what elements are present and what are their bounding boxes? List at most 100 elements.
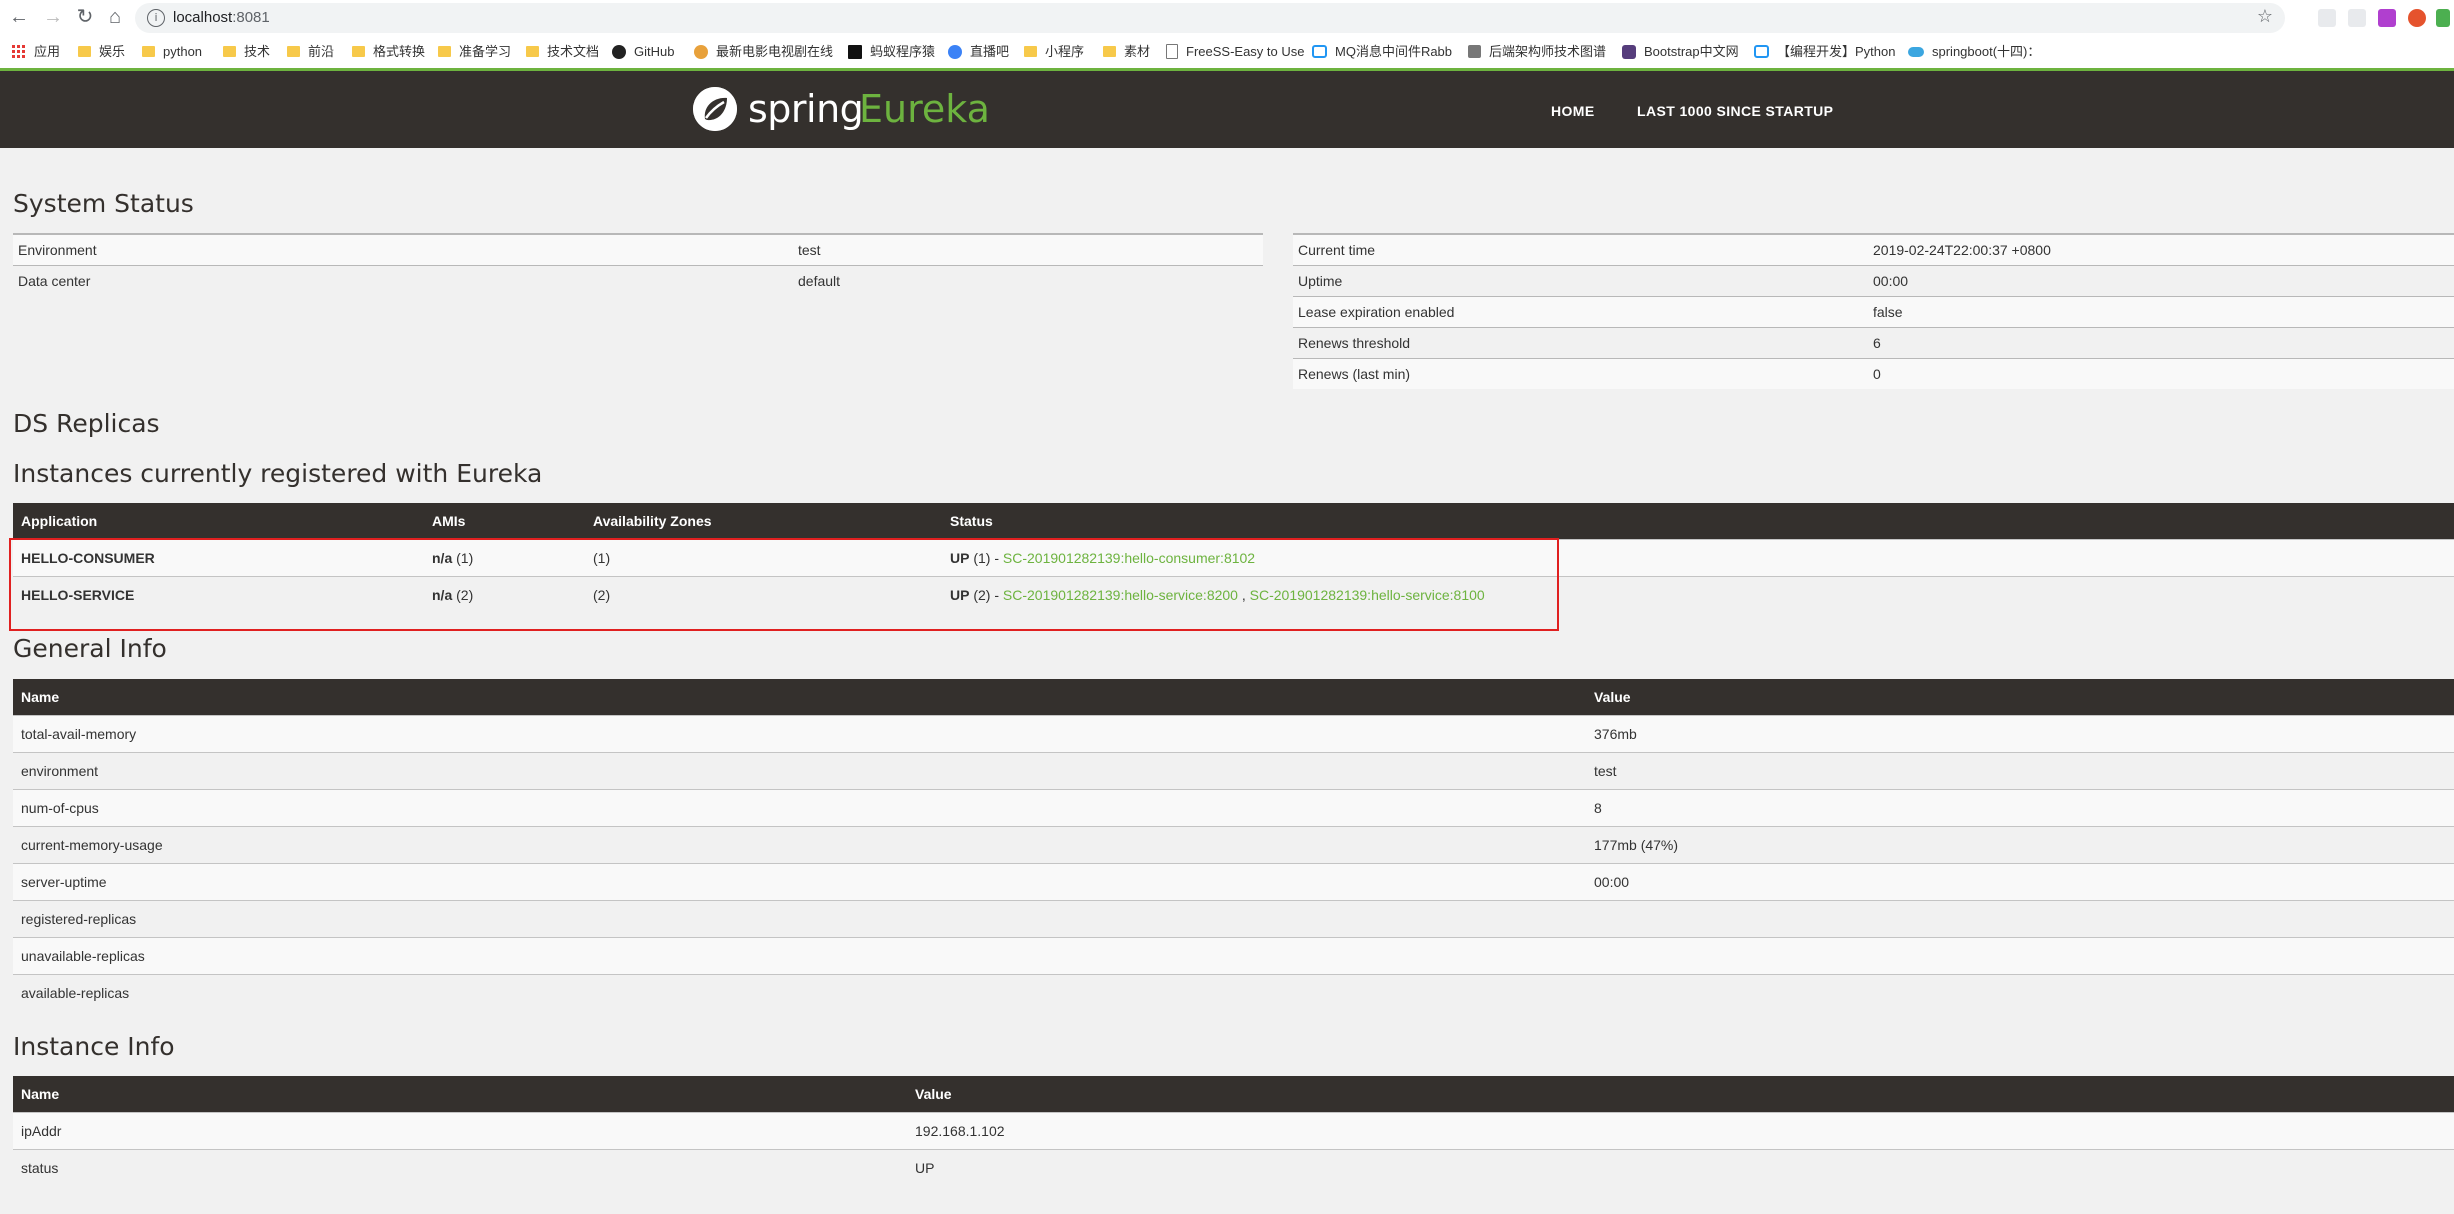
bookmark-page[interactable]: FreeSS-Easy to Use (1166, 42, 1305, 62)
bookmark-folder[interactable]: 技术 (223, 42, 270, 62)
status-key: Uptime (1293, 265, 1868, 297)
table-row: Renews (last min) 0 (1293, 358, 2454, 389)
address-bar[interactable]: i localhost:8081 ☆ (135, 3, 2285, 33)
column-header-application: Application (13, 503, 424, 540)
apps-grid-icon (12, 44, 26, 59)
bootstrap-icon (1622, 44, 1636, 59)
red-annotation-box (9, 538, 1559, 631)
general-info-heading: General Info (13, 634, 167, 663)
extension-icon[interactable] (2436, 9, 2450, 27)
status-value: 2019-02-24T22:00:37 +0800 (1868, 233, 2454, 266)
nav-home-link[interactable]: HOME (1551, 103, 1595, 119)
table-row: ipAddr 192.168.1.102 (13, 1112, 2454, 1150)
bookmark-folder[interactable]: 小程序 (1024, 42, 1084, 62)
bookmark-apps[interactable]: 应用 (12, 42, 60, 62)
extension-icon[interactable] (2318, 9, 2336, 27)
info-value (1586, 900, 2454, 938)
table-row: available-replicas (13, 974, 2454, 1011)
ds-replicas-heading: DS Replicas (13, 409, 160, 438)
info-value (1586, 937, 2454, 975)
status-key: Renews threshold (1293, 327, 1868, 359)
back-arrow-icon[interactable]: ← (6, 4, 32, 30)
folder-icon (1024, 46, 1037, 58)
column-header-status: Status (942, 503, 2454, 540)
info-name: server-uptime (13, 863, 1586, 901)
table-row: status UP (13, 1149, 2454, 1186)
status-value: 0 (1868, 358, 2454, 389)
table-row: Renews threshold 6 (1293, 327, 2454, 359)
info-value: UP (907, 1149, 2454, 1186)
instances-heading: Instances currently registered with Eure… (13, 459, 543, 488)
bookmark-site[interactable]: 直播吧 (948, 42, 1009, 62)
bookmark-folder[interactable]: 技术文档 (526, 42, 599, 62)
status-value: test (793, 233, 1263, 266)
extension-icon[interactable] (2378, 9, 2396, 27)
bookmark-site[interactable]: 最新电影电视剧在线 (694, 42, 833, 62)
table-row: Uptime 00:00 (1293, 265, 2454, 297)
site-icon (848, 44, 862, 59)
folder-icon (223, 46, 236, 58)
bookmarks-bar: 应用 娱乐 python 技术 前沿 格式转换 准备学习 技术文档 GitHub… (0, 36, 2454, 68)
info-value: 00:00 (1586, 863, 2454, 901)
system-status-right-table: Current time 2019-02-24T22:00:37 +0800 U… (1293, 233, 2454, 389)
info-name: current-memory-usage (13, 826, 1586, 864)
page-icon (1166, 44, 1178, 60)
forward-arrow-icon[interactable]: → (40, 4, 66, 30)
bookmark-folder[interactable]: 格式转换 (352, 42, 425, 62)
table-row: current-memory-usage 177mb (47%) (13, 826, 2454, 864)
column-header-value: Value (1586, 679, 2454, 716)
site-info-icon[interactable]: i (147, 9, 165, 27)
site-icon (1754, 45, 1769, 59)
table-row: server-uptime 00:00 (13, 863, 2454, 901)
bookmark-folder[interactable]: 素材 (1103, 42, 1150, 62)
bookmark-bootstrap[interactable]: Bootstrap中文网 (1622, 42, 1739, 62)
table-row: Current time 2019-02-24T22:00:37 +0800 (1293, 233, 2454, 266)
folder-icon (287, 46, 300, 58)
logo-eureka-text: Eureka (859, 87, 990, 131)
status-key: Data center (13, 265, 793, 296)
bookmark-github[interactable]: GitHub (612, 42, 674, 62)
column-header-value: Value (907, 1076, 2454, 1113)
folder-icon (78, 46, 91, 58)
bookmark-star-icon[interactable]: ☆ (2257, 6, 2273, 27)
folder-icon (142, 46, 155, 58)
bookmark-site[interactable]: MQ消息中间件Rabb (1312, 42, 1452, 62)
status-key: Renews (last min) (1293, 358, 1868, 389)
info-name: available-replicas (13, 974, 1586, 1011)
url-text: localhost:8081 (173, 9, 270, 26)
info-name: status (13, 1149, 907, 1186)
bookmark-folder[interactable]: python (142, 42, 202, 62)
table-row: total-avail-memory 376mb (13, 715, 2454, 753)
bookmark-folder[interactable]: 前沿 (287, 42, 334, 62)
extension-icon[interactable] (2348, 9, 2366, 27)
bookmark-site[interactable]: 后端架构师技术图谱 (1468, 42, 1606, 62)
bookmark-folder[interactable]: 准备学习 (438, 42, 511, 62)
browser-toolbar: ← → ↻ ⌂ i localhost:8081 ☆ (0, 0, 2454, 37)
extension-icon[interactable] (2408, 9, 2426, 27)
instance-info-table: Name Value ipAddr 192.168.1.102 status UP (13, 1076, 2454, 1186)
cloud-icon (1908, 46, 1924, 57)
home-icon[interactable]: ⌂ (102, 4, 128, 30)
bookmark-site[interactable]: springboot(十四)： (1908, 42, 2040, 62)
info-value (1586, 974, 2454, 1011)
nav-last1000-link[interactable]: LAST 1000 SINCE STARTUP (1637, 103, 1833, 119)
system-status-left-table: Environment test Data center default (13, 233, 1263, 296)
reload-icon[interactable]: ↻ (72, 4, 98, 30)
bookmark-site[interactable]: 【编程开发】Python (1754, 42, 1895, 62)
folder-icon (1103, 46, 1116, 58)
info-value: test (1586, 752, 2454, 790)
table-row: Lease expiration enabled false (1293, 296, 2454, 328)
info-name: registered-replicas (13, 900, 1586, 938)
status-key: Lease expiration enabled (1293, 296, 1868, 328)
info-value: 177mb (47%) (1586, 826, 2454, 864)
table-row: num-of-cpus 8 (13, 789, 2454, 827)
bookmark-folder[interactable]: 娱乐 (78, 42, 125, 62)
column-header-zones: Availability Zones (585, 503, 942, 540)
site-icon (1468, 45, 1481, 59)
info-name: total-avail-memory (13, 715, 1586, 753)
status-key: Environment (13, 233, 793, 266)
bookmark-site[interactable]: 蚂蚁程序猿 (848, 42, 935, 62)
eureka-navbar: spring Eureka HOME LAST 1000 SINCE START… (0, 71, 2454, 148)
github-icon (612, 44, 626, 59)
info-value: 8 (1586, 789, 2454, 827)
